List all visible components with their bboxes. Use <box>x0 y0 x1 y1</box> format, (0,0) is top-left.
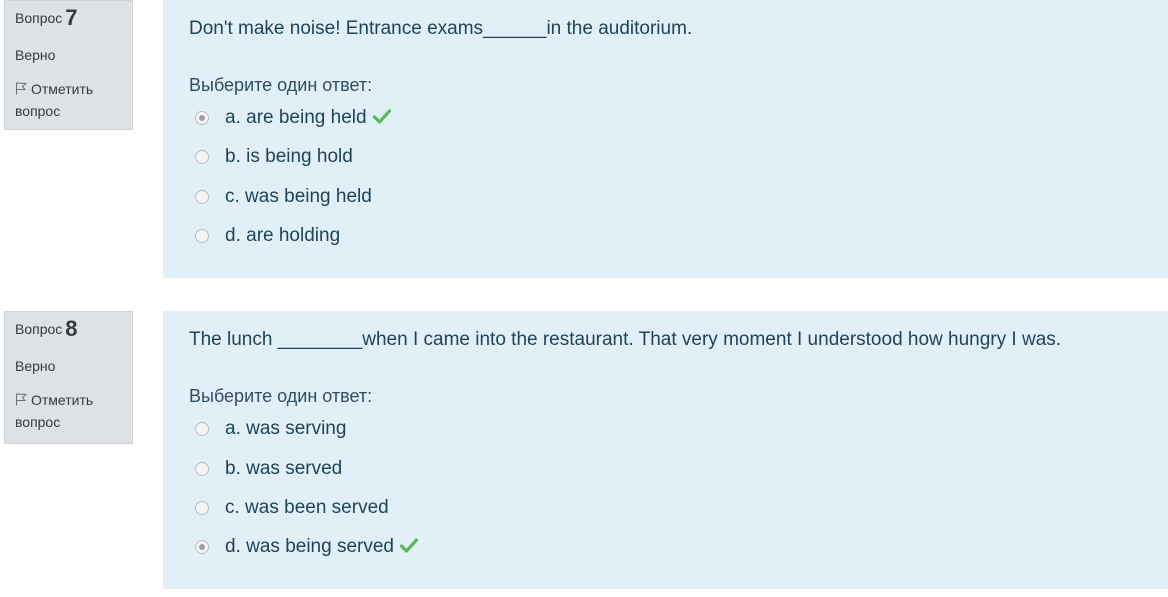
flag-icon <box>15 82 27 95</box>
answer-text: d. was being served <box>225 536 394 557</box>
question-number-value: 8 <box>65 316 78 341</box>
radio-button[interactable] <box>195 150 209 164</box>
answer-label: c. was being held <box>225 186 372 207</box>
radio-button[interactable] <box>195 501 209 515</box>
flag-question-link[interactable]: Отметить вопрос <box>15 389 125 433</box>
answer-label: b. is being hold <box>225 146 353 167</box>
question-info-panel: Вопрос 7 Верно Отметить вопрос <box>4 0 133 130</box>
flag-question-link[interactable]: Отметить вопрос <box>15 78 125 122</box>
answer-label: c. was been served <box>225 497 389 518</box>
answer-label: d. are holding <box>225 225 341 246</box>
answer-option-d[interactable]: d. are holding <box>195 222 340 250</box>
answer-label: b. was served <box>225 458 343 479</box>
question-content: The lunch ________when I came into the r… <box>163 311 1168 589</box>
answer-option-c[interactable]: c. was being held <box>195 183 372 211</box>
radio-button[interactable] <box>195 229 209 243</box>
check-icon <box>400 538 418 553</box>
question-info-panel: Вопрос 8 Верно Отметить вопрос <box>4 311 133 444</box>
answer-option-c[interactable]: c. was been served <box>195 494 389 522</box>
question-8: Вопрос 8 Верно Отметить вопрос The lunch … <box>0 311 1168 589</box>
answer-text: a. are being held <box>225 107 367 128</box>
question-label: Вопрос <box>15 321 63 337</box>
radio-button[interactable] <box>195 190 209 204</box>
answer-option-b[interactable]: b. was served <box>195 455 342 483</box>
question-content: Don't make noise! Entrance exams______in… <box>163 0 1168 278</box>
question-text: Don't make noise! Entrance exams______in… <box>189 18 693 39</box>
radio-button[interactable] <box>195 462 209 476</box>
answer-label: a. was serving <box>225 418 347 439</box>
question-number-value: 7 <box>65 5 78 30</box>
question-number: Вопрос 8 <box>15 318 78 340</box>
question-7: Вопрос 7 Верно Отметить вопрос Don't make… <box>0 0 1168 278</box>
radio-button[interactable] <box>195 540 209 554</box>
question-text: The lunch ________when I came into the r… <box>189 329 1062 350</box>
radio-button[interactable] <box>195 422 209 436</box>
answer-option-a[interactable]: a. was serving <box>195 415 346 443</box>
question-state: Верно <box>15 358 56 374</box>
question-state: Верно <box>15 47 56 63</box>
flag-icon <box>15 393 27 406</box>
question-number: Вопрос 7 <box>15 7 78 29</box>
check-icon <box>372 109 391 124</box>
radio-button[interactable] <box>195 111 209 125</box>
answer-label: a. are being held <box>225 105 391 131</box>
answer-label: d. was being served <box>225 534 418 560</box>
answer-option-d[interactable]: d. was being served <box>195 533 418 561</box>
answer-option-b[interactable]: b. is being hold <box>195 143 353 171</box>
answer-prompt: Выберите один ответ: <box>189 75 373 95</box>
answer-prompt: Выберите один ответ: <box>189 386 373 406</box>
answer-option-a[interactable]: a. are being held <box>195 104 391 132</box>
question-label: Вопрос <box>15 10 63 26</box>
